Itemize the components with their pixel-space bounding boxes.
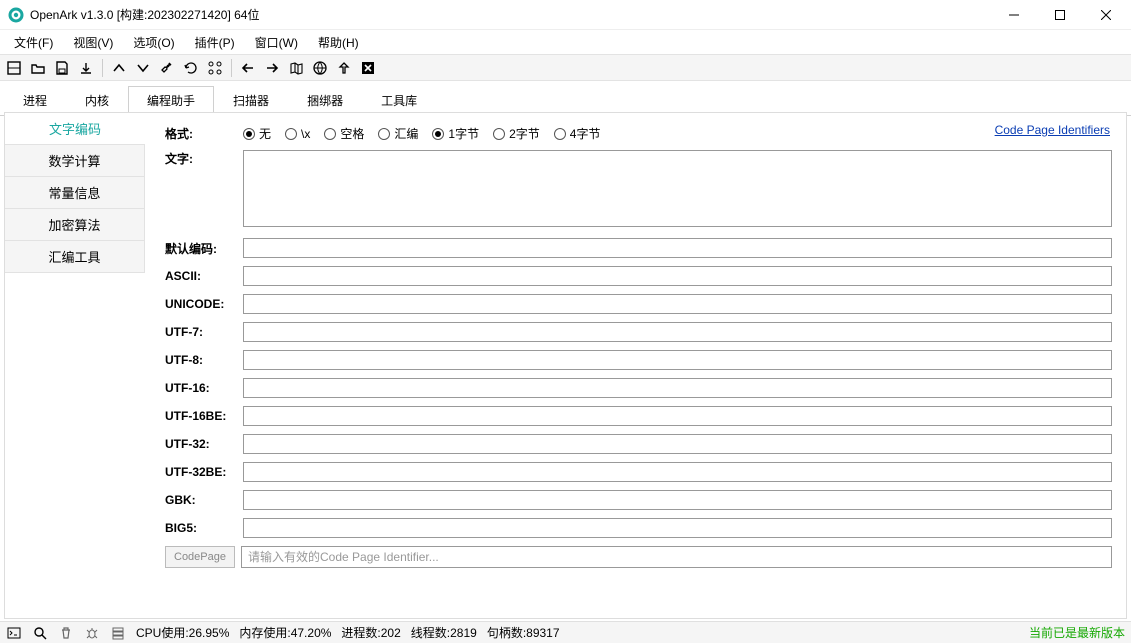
menu-view[interactable]: 视图(V) <box>63 32 123 53</box>
radio-2byte[interactable]: 2字节 <box>493 125 540 142</box>
sidetab-asm[interactable]: 汇编工具 <box>5 241 145 273</box>
text-label: 文字: <box>165 150 243 167</box>
down-icon[interactable] <box>133 58 153 78</box>
main-tabs: 进程 内核 编程助手 扫描器 捆绑器 工具库 <box>0 81 1131 116</box>
ascii-field[interactable] <box>243 266 1112 286</box>
back-icon[interactable] <box>238 58 258 78</box>
forward-icon[interactable] <box>262 58 282 78</box>
sidetab-crypto[interactable]: 加密算法 <box>5 209 145 241</box>
wrench-icon[interactable] <box>157 58 177 78</box>
status-bar: CPU使用:26.95% 内存使用:47.20% 进程数:202 线程数:281… <box>0 621 1131 643</box>
radio-1byte[interactable]: 1字节 <box>432 125 479 142</box>
export-icon[interactable] <box>76 58 96 78</box>
codepage-button[interactable]: CodePage <box>165 546 235 568</box>
radio-space[interactable]: 空格 <box>324 125 364 142</box>
gbk-label: GBK: <box>165 493 243 507</box>
close-all-icon[interactable] <box>358 58 378 78</box>
sidetab-encoding[interactable]: 文字编码 <box>5 113 145 145</box>
unicode-field[interactable] <box>243 294 1112 314</box>
format-radios: 无 \x 空格 汇编 1字节 2字节 4字节 <box>243 125 1112 142</box>
status-thread: 线程数:2819 <box>411 624 477 641</box>
gbk-field[interactable] <box>243 490 1112 510</box>
window-controls <box>991 0 1129 30</box>
radio-4byte[interactable]: 4字节 <box>554 125 601 142</box>
bug-icon[interactable] <box>84 625 100 641</box>
utf32be-label: UTF-32BE: <box>165 465 243 479</box>
utf16be-label: UTF-16BE: <box>165 409 243 423</box>
utf7-field[interactable] <box>243 322 1112 342</box>
format-label: 格式: <box>165 125 243 142</box>
menu-help[interactable]: 帮助(H) <box>308 32 369 53</box>
utf32be-field[interactable] <box>243 462 1112 482</box>
share-icon[interactable] <box>334 58 354 78</box>
menu-plugins[interactable]: 插件(P) <box>185 32 245 53</box>
status-handle: 句柄数:89317 <box>487 624 560 641</box>
terminal-icon[interactable] <box>6 625 22 641</box>
utf16-field[interactable] <box>243 378 1112 398</box>
save-icon[interactable] <box>52 58 72 78</box>
ascii-label: ASCII: <box>165 269 243 283</box>
menu-bar: 文件(F) 视图(V) 选项(O) 插件(P) 窗口(W) 帮助(H) <box>0 30 1131 54</box>
radio-asm[interactable]: 汇编 <box>378 125 418 142</box>
maximize-button[interactable] <box>1037 0 1083 30</box>
utf7-label: UTF-7: <box>165 325 243 339</box>
radio-none[interactable]: 无 <box>243 125 271 142</box>
codepage-input[interactable] <box>241 546 1112 568</box>
app-logo-icon <box>8 7 24 23</box>
encoding-panel: Code Page Identifiers 格式: 无 \x 空格 汇编 1字节… <box>145 113 1126 618</box>
utf16be-field[interactable] <box>243 406 1112 426</box>
status-mem: 内存使用:47.20% <box>239 624 331 641</box>
utf8-label: UTF-8: <box>165 353 243 367</box>
default-field[interactable] <box>243 238 1112 258</box>
trash-icon[interactable] <box>58 625 74 641</box>
minimize-button[interactable] <box>991 0 1037 30</box>
codepage-link[interactable]: Code Page Identifiers <box>995 123 1110 137</box>
sidetab-consts[interactable]: 常量信息 <box>5 177 145 209</box>
toolbar-separator <box>102 59 103 77</box>
status-latest: 当前已是最新版本 <box>1029 624 1125 641</box>
search-icon[interactable] <box>32 625 48 641</box>
refresh-icon[interactable] <box>181 58 201 78</box>
status-proc: 进程数:202 <box>341 624 400 641</box>
menu-windows[interactable]: 窗口(W) <box>245 32 308 53</box>
close-button[interactable] <box>1083 0 1129 30</box>
unicode-label: UNICODE: <box>165 297 243 311</box>
status-cpu: CPU使用:26.95% <box>136 624 229 641</box>
text-input[interactable] <box>243 150 1112 227</box>
utf16-label: UTF-16: <box>165 381 243 395</box>
toolbar <box>0 54 1131 81</box>
utf8-field[interactable] <box>243 350 1112 370</box>
globe-icon[interactable] <box>310 58 330 78</box>
map-icon[interactable] <box>286 58 306 78</box>
content-panel: 文字编码 数学计算 常量信息 加密算法 汇编工具 Code Page Ident… <box>4 112 1127 619</box>
menu-file[interactable]: 文件(F) <box>4 32 63 53</box>
menu-options[interactable]: 选项(O) <box>123 32 184 53</box>
open-icon[interactable] <box>28 58 48 78</box>
grid-icon[interactable] <box>205 58 225 78</box>
big5-field[interactable] <box>243 518 1112 538</box>
big5-label: BIG5: <box>165 521 243 535</box>
up-icon[interactable] <box>109 58 129 78</box>
sidetab-math[interactable]: 数学计算 <box>5 145 145 177</box>
stack-icon[interactable] <box>110 625 126 641</box>
side-tabs: 文字编码 数学计算 常量信息 加密算法 汇编工具 <box>5 113 145 618</box>
window-title: OpenArk v1.3.0 [构建:202302271420] 64位 <box>30 6 991 23</box>
toolbar-separator <box>231 59 232 77</box>
utf32-label: UTF-32: <box>165 437 243 451</box>
default-label: 默认编码: <box>165 240 243 257</box>
utf32-field[interactable] <box>243 434 1112 454</box>
title-bar: OpenArk v1.3.0 [构建:202302271420] 64位 <box>0 0 1131 30</box>
radio-slashx[interactable]: \x <box>285 127 310 141</box>
new-icon[interactable] <box>4 58 24 78</box>
